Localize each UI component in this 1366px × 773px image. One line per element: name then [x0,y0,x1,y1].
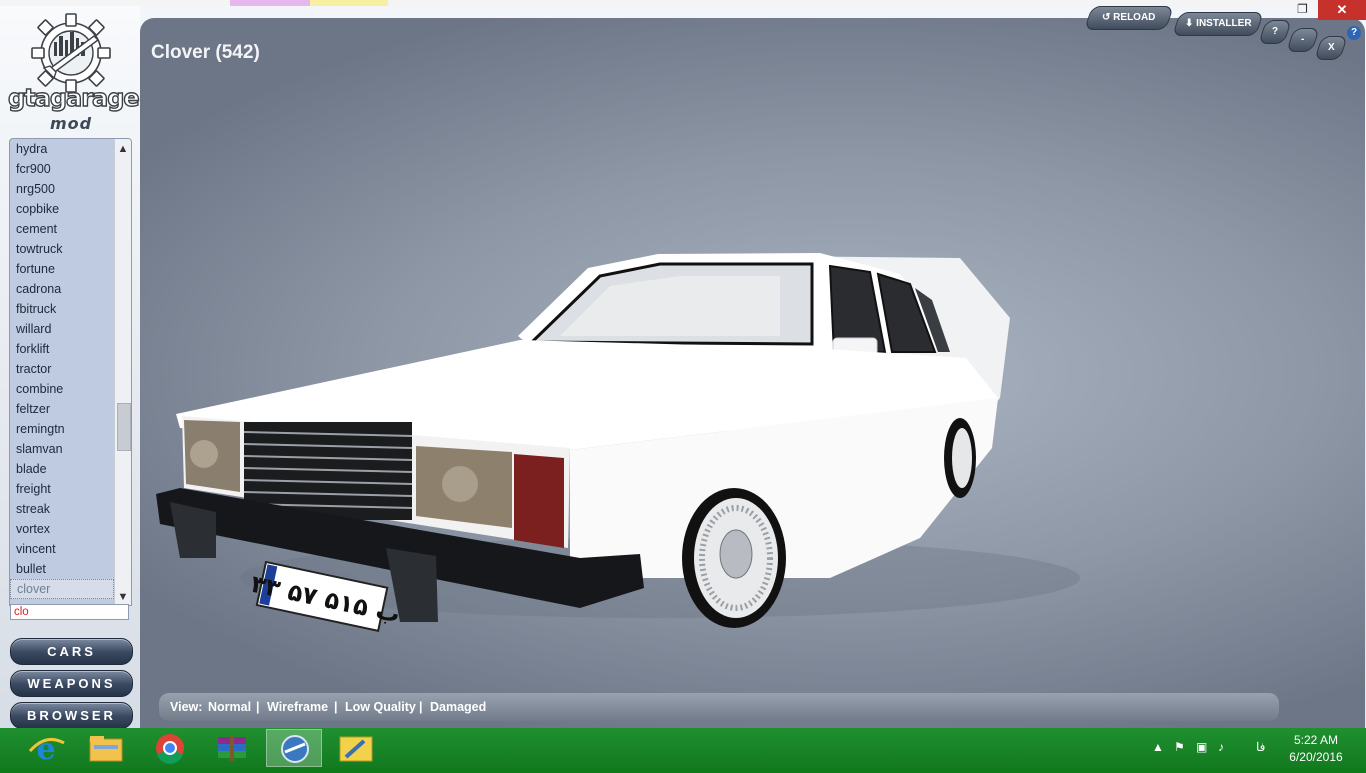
vehicle-list-item[interactable]: feltzer [10,399,114,419]
vehicle-list-item[interactable]: vincent [10,539,114,559]
chrome-icon[interactable] [142,729,198,767]
minimize-button[interactable]: - [1286,28,1320,52]
vehicle-list-item[interactable]: vortex [10,519,114,539]
view-separator: | [256,700,260,714]
minimize-button-label: - [1301,34,1305,45]
vehicle-list-item[interactable]: nrg500 [10,179,114,199]
gta-garage-icon[interactable] [266,729,322,767]
vehicle-list-items: hydra fcr900 nrg500 copbike cement towtruck fo… [10,139,114,599]
action-center-flag-icon[interactable]: ⚑ [1174,740,1185,754]
vehicle-list-item[interactable]: willard [10,319,114,339]
paint-icon[interactable] [328,729,384,767]
vehicle-list-item[interactable]: cement [10,219,114,239]
help-button[interactable]: ? [1258,20,1292,44]
clock-date[interactable]: 6/20/2016 [1280,750,1352,764]
window-restore-icon[interactable]: ❐ [1297,2,1308,16]
vehicle-list-item[interactable]: fcr900 [10,159,114,179]
scroll-thumb[interactable] [117,403,131,451]
vehicle-list-item[interactable]: forklift [10,339,114,359]
tray-expand-icon[interactable]: ▲ [1152,740,1164,754]
vehicle-list-item[interactable]: fortune [10,259,114,279]
view-label: View: [170,700,203,714]
vehicle-list-item[interactable]: streak [10,499,114,519]
winrar-icon[interactable] [204,729,260,767]
keyboard-language-indicator[interactable]: فا [1256,740,1265,754]
reload-label: RELOAD [1113,12,1156,23]
mod-manager-window: gtagarage mod manager hydrafcr900nrg500c… [0,6,1366,729]
vehicle-list-item[interactable]: clover [10,579,114,599]
svg-text:e: e [36,732,55,767]
clock-time[interactable]: 5:22 AM [1280,733,1352,747]
volume-icon[interactable]: ♪ [1218,740,1224,754]
vehicle-list-item[interactable]: cadrona [10,279,114,299]
logo-brand-text: gtagarage [7,83,140,112]
download-icon: ⬇ [1184,18,1196,29]
car-3d-model[interactable]: ۳۳ ب ۵۱۵ ۵۷ [140,18,1365,698]
view-separator: | [334,700,338,714]
vehicle-list-item[interactable]: fbitruck [10,299,114,319]
vehicle-list-item[interactable]: remingtn [10,419,114,439]
file-explorer-icon[interactable] [78,729,134,767]
reload-button[interactable]: ↺ RELOAD [1084,6,1174,30]
scroll-up-arrow-icon[interactable]: ▲ [115,141,131,157]
window-close-button[interactable]: ✕ [1318,0,1366,20]
network-icon[interactable]: ▣ [1196,740,1207,754]
close-app-button[interactable]: X [1314,36,1348,60]
installer-label: INSTALLER [1195,18,1252,29]
vehicle-list-item[interactable]: blade [10,459,114,479]
view-wireframe-link[interactable]: Wireframe [267,693,328,721]
gear-wrench-logo-icon [31,13,111,93]
model-viewer[interactable]: Clover (542) ۳۳ ب ۵۱۵ ۵۷ View: Normal | … [140,18,1365,728]
vehicle-list-item[interactable]: bullet [10,559,114,579]
vehicle-search-input[interactable] [10,604,129,620]
vehicle-list-item[interactable]: hydra [10,139,114,159]
internet-explorer-icon[interactable]: e [18,729,74,767]
reload-icon: ↺ [1102,12,1114,23]
browser-button[interactable]: BROWSER [10,702,133,729]
app-logo: gtagarage mod manager [7,12,140,152]
vehicle-list-item[interactable]: slamvan [10,439,114,459]
view-separator: | [419,700,423,714]
vehicle-list-item[interactable]: towtruck [10,239,114,259]
scroll-down-arrow-icon[interactable]: ▼ [115,589,131,605]
view-mode-bar: View: Normal | Wireframe | Low Quality |… [159,693,1279,721]
help-icon[interactable]: ? [1347,26,1361,40]
installer-button[interactable]: ⬇ INSTALLER [1172,12,1264,36]
vehicle-list-scrollbar[interactable]: ▲ ▼ [114,139,131,605]
view-low-quality-link[interactable]: Low Quality [345,693,416,721]
vehicle-list-item[interactable]: freight [10,479,114,499]
taskbar: e ▲ ⚑ ▣ ♪ فا 5:22 AM 6/20/2016 [0,728,1366,768]
cars-button[interactable]: CARS [10,638,133,665]
vehicle-list-item[interactable]: combine [10,379,114,399]
view-damaged-link[interactable]: Damaged [430,693,486,721]
view-normal-link[interactable]: Normal [208,693,251,721]
help-button-label: ? [1271,26,1279,37]
vehicle-list-item[interactable]: copbike [10,199,114,219]
left-panel: gtagarage mod manager hydrafcr900nrg500c… [0,6,140,729]
close-app-button-label: X [1327,42,1335,53]
vehicle-list[interactable]: hydra fcr900 nrg500 copbike cement towtruck fo… [9,138,132,606]
vehicle-list-item[interactable]: tractor [10,359,114,379]
weapons-button[interactable]: WEAPONS [10,670,133,697]
